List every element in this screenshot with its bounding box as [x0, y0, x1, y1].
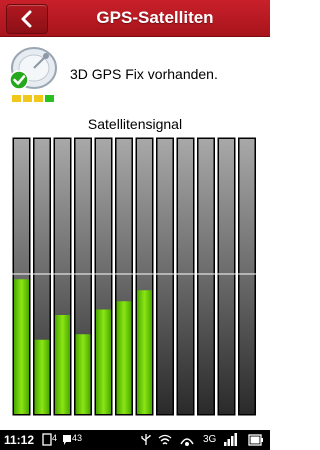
signal-bar-track: [198, 139, 214, 414]
signal-bar-fill: [14, 279, 29, 414]
system-status-bar: 11:12 4 43 3G: [0, 430, 270, 450]
usb-icon: [141, 434, 151, 445]
message-count: 43: [72, 433, 83, 443]
wifi-icon: [158, 434, 172, 445]
signal-bar-track: [219, 139, 234, 414]
battery-icon: [248, 434, 263, 446]
network-icon: [180, 438, 194, 446]
signal-bar-track: [239, 139, 255, 414]
signal-bar-track: [157, 139, 173, 414]
signal-bar-fill: [137, 290, 152, 414]
signal-icon: [224, 433, 237, 446]
signal-bar-fill: [116, 301, 132, 414]
signal-bar-track: [178, 139, 193, 414]
notification-count: 4: [52, 433, 58, 443]
message-icon: [63, 435, 71, 445]
signal-bar-fill: [34, 339, 50, 414]
network-type: 3G: [203, 434, 217, 445]
signal-bar-fill: [75, 334, 91, 414]
signal-bar-fill: [96, 309, 111, 414]
clock: 11:12: [4, 433, 35, 447]
notification-icon: [42, 433, 52, 446]
signal-bar-fill: [55, 315, 70, 414]
satellite-signal-chart: [10, 137, 262, 416]
